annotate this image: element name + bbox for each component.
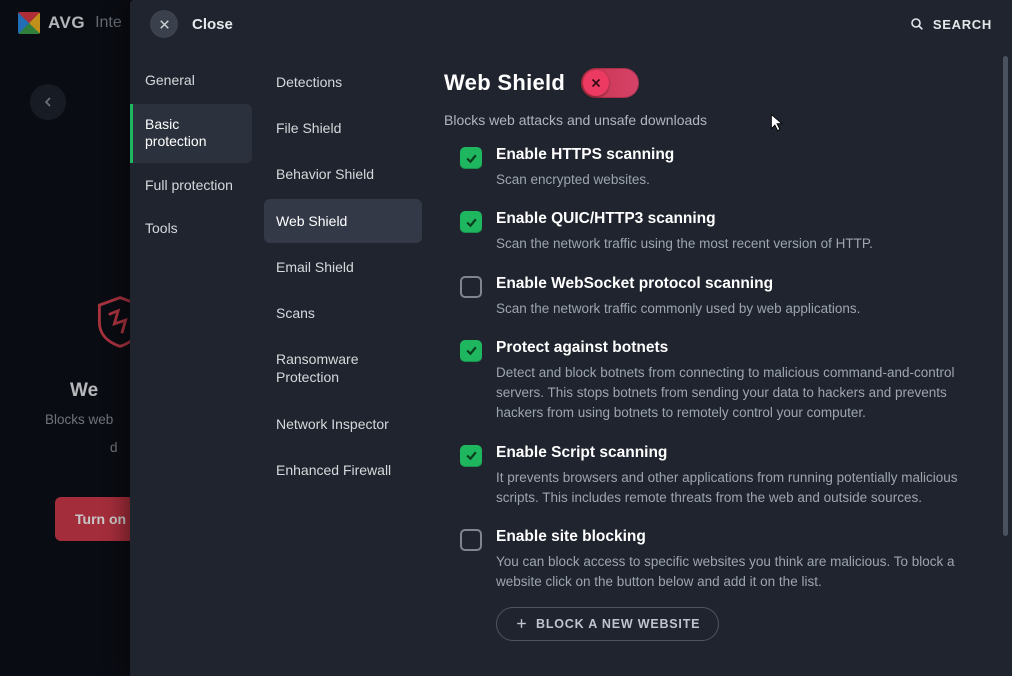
close-label[interactable]: Close — [192, 16, 233, 33]
page-title: Web Shield — [444, 70, 565, 96]
option-https-scanning: Enable HTTPS scanning Scan encrypted web… — [460, 146, 984, 190]
settings-overlay: Close SEARCH General Basic protection Fu… — [130, 0, 1012, 676]
option-title: Enable Script scanning — [496, 444, 984, 462]
back-button[interactable] — [30, 84, 66, 120]
block-new-website-button[interactable]: BLOCK A NEW WEBSITE — [496, 607, 719, 641]
options-list: Enable HTTPS scanning Scan encrypted web… — [460, 146, 984, 641]
check-icon — [465, 344, 478, 357]
checkbox-site-blocking[interactable] — [460, 529, 482, 551]
option-quic-scanning: Enable QUIC/HTTP3 scanning Scan the netw… — [460, 210, 984, 254]
checkbox-https-scanning[interactable] — [460, 147, 482, 169]
checkbox-script-scanning[interactable] — [460, 445, 482, 467]
block-new-website-label: BLOCK A NEW WEBSITE — [536, 617, 700, 631]
option-title: Enable WebSocket protocol scanning — [496, 275, 984, 293]
bg-title: We — [70, 380, 98, 402]
option-script-scanning: Enable Script scanning It prevents brows… — [460, 444, 984, 509]
search-label: SEARCH — [933, 17, 992, 32]
close-icon — [590, 77, 602, 89]
option-websocket-scanning: Enable WebSocket protocol scanning Scan … — [460, 275, 984, 319]
checkbox-botnet-protection[interactable] — [460, 340, 482, 362]
primary-nav: General Basic protection Full protection… — [130, 48, 258, 676]
check-icon — [465, 449, 478, 462]
option-desc: Scan the network traffic using the most … — [496, 234, 984, 254]
option-desc: It prevents browsers and other applicati… — [496, 468, 984, 509]
nav2-network-inspector[interactable]: Network Inspector — [264, 402, 422, 446]
nav2-detections[interactable]: Detections — [264, 60, 422, 104]
check-icon — [465, 216, 478, 229]
nav1-tools[interactable]: Tools — [130, 208, 252, 250]
bg-desc-1: Blocks web — [45, 410, 113, 430]
option-desc: Detect and block botnets from connecting… — [496, 363, 984, 424]
avg-logo-icon — [18, 12, 40, 34]
option-botnet-protection: Protect against botnets Detect and block… — [460, 339, 984, 424]
option-desc: Scan the network traffic commonly used b… — [496, 299, 984, 319]
option-title: Enable QUIC/HTTP3 scanning — [496, 210, 984, 228]
brand-sub: Inte — [95, 14, 122, 32]
check-icon — [465, 152, 478, 165]
checkbox-websocket-scanning[interactable] — [460, 276, 482, 298]
close-button[interactable] — [150, 10, 178, 38]
page-subtitle: Blocks web attacks and unsafe downloads — [444, 112, 984, 128]
nav2-email-shield[interactable]: Email Shield — [264, 245, 422, 289]
scrollbar[interactable] — [1003, 56, 1008, 536]
option-title: Enable HTTPS scanning — [496, 146, 984, 164]
secondary-nav: Detections File Shield Behavior Shield W… — [258, 48, 428, 676]
plus-icon — [515, 617, 528, 630]
option-title: Enable site blocking — [496, 528, 984, 546]
nav2-behavior-shield[interactable]: Behavior Shield — [264, 152, 422, 196]
nav2-web-shield[interactable]: Web Shield — [264, 199, 422, 243]
brand-text: AVG — [48, 13, 85, 33]
checkbox-quic-scanning[interactable] — [460, 211, 482, 233]
nav1-general[interactable]: General — [130, 60, 252, 102]
option-title: Protect against botnets — [496, 339, 984, 357]
option-desc: Scan encrypted websites. — [496, 170, 984, 190]
nav2-file-shield[interactable]: File Shield — [264, 106, 422, 150]
option-desc: You can block access to specific website… — [496, 552, 984, 593]
settings-content: Web Shield Blocks web attacks and unsafe… — [428, 48, 1012, 676]
nav1-full-protection[interactable]: Full protection — [130, 165, 252, 207]
nav2-scans[interactable]: Scans — [264, 291, 422, 335]
overlay-header: Close SEARCH — [130, 0, 1012, 48]
search-button[interactable]: SEARCH — [909, 16, 992, 32]
web-shield-toggle[interactable] — [581, 68, 639, 98]
nav1-basic-protection[interactable]: Basic protection — [130, 104, 252, 163]
option-site-blocking: Enable site blocking You can block acces… — [460, 528, 984, 641]
bg-desc-2: d — [110, 438, 118, 458]
toggle-knob — [583, 70, 609, 96]
nav2-enhanced-firewall[interactable]: Enhanced Firewall — [264, 448, 422, 492]
nav2-ransomware-protection[interactable]: Ransomware Protection — [264, 337, 422, 399]
search-icon — [909, 16, 925, 32]
